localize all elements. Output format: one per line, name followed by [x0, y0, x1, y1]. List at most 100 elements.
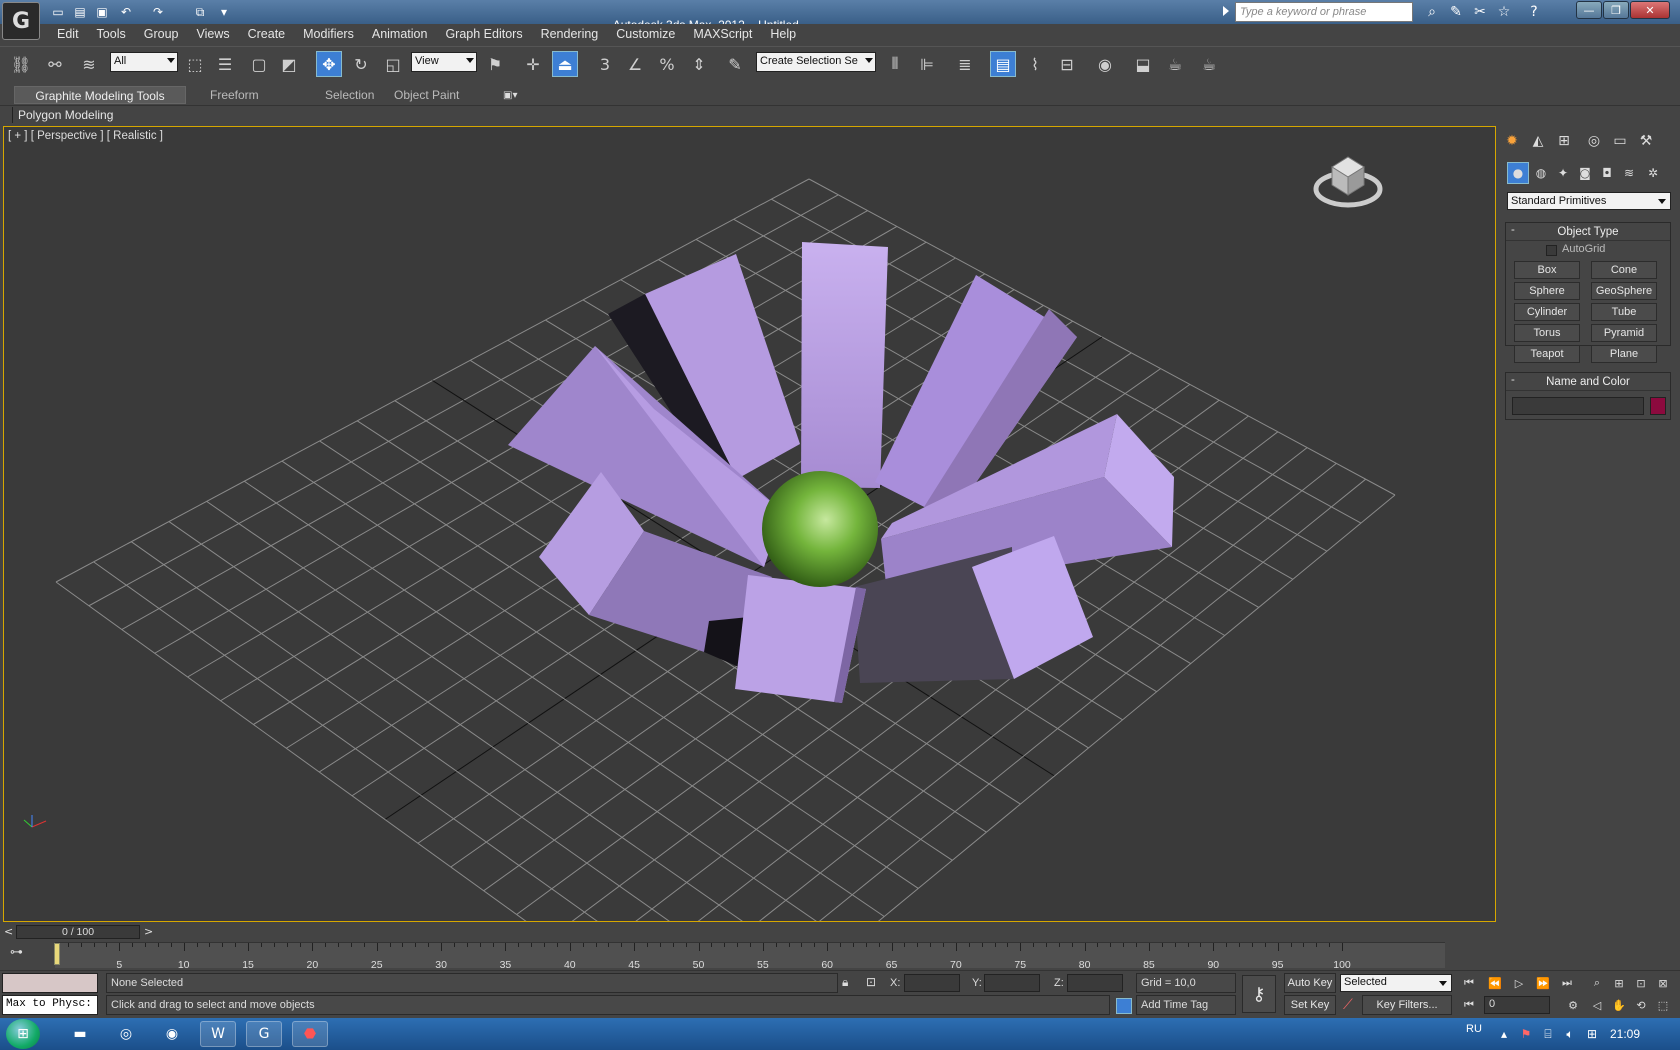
communication-center-icon[interactable]: ✎ [1446, 2, 1466, 22]
cone-button[interactable]: Cone [1591, 261, 1657, 279]
go-to-start-icon[interactable]: ⏮ [1458, 974, 1480, 992]
menu-rendering[interactable]: Rendering [532, 24, 608, 46]
absolute-mode-icon[interactable]: ⊡ [866, 975, 876, 989]
menu-create[interactable]: Create [239, 24, 295, 46]
maximize-viewport-icon[interactable]: ⬚ [1652, 996, 1674, 1014]
menu-edit[interactable]: Edit [48, 24, 88, 46]
bind-space-warp-icon[interactable]: ≋ [76, 51, 102, 77]
project-folder-icon[interactable]: ⧉ [190, 3, 210, 21]
zoom-icon[interactable]: ⌕ [1586, 974, 1608, 992]
search-expand-icon[interactable] [1223, 6, 1229, 16]
quick-access-dropdown-icon[interactable]: ▾ [214, 3, 234, 21]
explorer-taskbar-icon[interactable]: ▬ [62, 1021, 98, 1047]
mirror-icon[interactable]: ⫴ [882, 51, 908, 77]
select-and-move-icon[interactable]: ✥ [316, 51, 342, 77]
tab-object-paint[interactable]: Object Paint [384, 86, 469, 104]
menu-modifiers[interactable]: Modifiers [294, 24, 363, 46]
polygon-modeling-panel-label[interactable]: Polygon Modeling [12, 107, 118, 123]
render-setup-icon[interactable]: ⬓ [1130, 51, 1156, 77]
3dsmax-taskbar-icon[interactable]: G [246, 1021, 282, 1047]
media-player-taskbar-icon[interactable]: ◎ [108, 1021, 144, 1047]
snaps-toggle-icon[interactable]: 3 [592, 51, 618, 77]
material-editor-icon[interactable]: ◉ [1092, 51, 1118, 77]
language-indicator[interactable]: RU [1466, 1023, 1482, 1035]
set-keys-key-icon[interactable]: ⚷ [1242, 975, 1276, 1013]
display-tab-icon[interactable]: ▭ [1608, 130, 1632, 152]
auto-key-button[interactable]: Auto Key [1284, 973, 1336, 993]
time-slider[interactable]: 0 / 100 [16, 925, 140, 939]
maxscript-mini-listener[interactable]: Max to Physc: [2, 995, 98, 1015]
schematic-view-icon[interactable]: ⊟ [1054, 51, 1080, 77]
x-coordinate-field[interactable] [904, 974, 960, 992]
field-of-view-icon[interactable]: ◁ [1586, 996, 1608, 1014]
clock[interactable]: 21:09 [1610, 1027, 1640, 1041]
shapes-icon[interactable]: ◍ [1530, 162, 1552, 184]
select-and-scale-icon[interactable]: ◱ [380, 51, 406, 77]
time-slider-knob[interactable] [54, 943, 60, 965]
maxscript-listener-output[interactable] [2, 973, 98, 993]
cameras-icon[interactable]: ◙ [1574, 162, 1596, 184]
edit-named-selection-icon[interactable]: ✎ [722, 51, 748, 77]
menu-views[interactable]: Views [187, 24, 238, 46]
select-object-icon[interactable]: ⬚ [182, 51, 208, 77]
keyboard-shortcut-override-icon[interactable]: ⏏ [552, 51, 578, 77]
new-file-icon[interactable]: ▭ [48, 3, 68, 21]
zoom-all-icon[interactable]: ⊞ [1608, 974, 1630, 992]
spinner-snap-icon[interactable]: ⇕ [686, 51, 712, 77]
play-icon[interactable]: ▷ [1508, 974, 1530, 992]
zoom-extents-all-icon[interactable]: ⊠ [1652, 974, 1674, 992]
menu-maxscript[interactable]: MAXScript [684, 24, 761, 46]
chrome-taskbar-icon[interactable]: ◉ [154, 1021, 190, 1047]
start-button[interactable]: ⊞ [6, 1019, 40, 1049]
close-button[interactable]: ✕ [1630, 1, 1670, 19]
object-color-swatch[interactable] [1650, 397, 1666, 415]
systems-icon[interactable]: ✲ [1642, 162, 1664, 184]
angle-snap-icon[interactable]: ∠ [622, 51, 648, 77]
space-warps-icon[interactable]: ≋ [1618, 162, 1640, 184]
help-icon[interactable]: ? [1524, 2, 1544, 22]
window-crossing-icon[interactable]: ◩ [276, 51, 302, 77]
go-to-end-icon[interactable]: ⏭ [1556, 974, 1578, 992]
tab-freeform[interactable]: Freeform [200, 86, 269, 104]
maximize-button[interactable]: ❐ [1603, 1, 1629, 19]
geometry-icon[interactable]: ● [1507, 162, 1529, 184]
layer-manager-icon[interactable]: ≣ [952, 51, 978, 77]
tube-button[interactable]: Tube [1591, 303, 1657, 321]
current-frame-field[interactable]: 0 [1484, 996, 1550, 1014]
tab-graphite-modeling-tools[interactable]: Graphite Modeling Tools [14, 86, 186, 104]
pan-view-icon[interactable]: ✋ [1608, 996, 1630, 1014]
tray-app-icon[interactable]: ⊞ [1584, 1026, 1600, 1042]
track-bar[interactable]: 5 10 15 20 25 30 35 40 45 50 55 60 65 70 75 80 85 90 95 100 [55, 942, 1445, 971]
select-and-rotate-icon[interactable]: ↻ [348, 51, 374, 77]
add-time-tag-field[interactable]: Add Time Tag [1136, 995, 1236, 1015]
menu-graph-editors[interactable]: Graph Editors [436, 24, 531, 46]
modify-tab-icon[interactable]: ◭ [1526, 130, 1550, 152]
set-key-button[interactable]: Set Key [1284, 995, 1336, 1015]
show-hidden-icons-icon[interactable]: ▴ [1496, 1026, 1512, 1042]
selection-filter-select[interactable]: All [110, 52, 178, 72]
ribbon-options-icon[interactable]: ▣▾ [503, 90, 517, 101]
undo-icon[interactable]: ↶ [116, 3, 136, 21]
next-key-icon[interactable]: ⏩ [1532, 974, 1554, 992]
network-icon[interactable]: ⌸ [1540, 1026, 1556, 1042]
box-button[interactable]: Box [1514, 261, 1580, 279]
sphere-button[interactable]: Sphere [1514, 282, 1580, 300]
geosphere-button[interactable]: GeoSphere [1591, 282, 1657, 300]
menu-group[interactable]: Group [135, 24, 188, 46]
render-production-icon[interactable]: ☕ [1196, 51, 1222, 77]
helpers-icon[interactable]: ◘ [1596, 162, 1618, 184]
word-taskbar-icon[interactable]: W [200, 1021, 236, 1047]
percent-snap-icon[interactable]: % [654, 51, 680, 77]
teapot-button[interactable]: Teapot [1514, 345, 1580, 363]
rectangular-selection-icon[interactable]: ▢ [246, 51, 272, 77]
viewport-label[interactable]: [ + ] [ Perspective ] [ Realistic ] [8, 130, 163, 142]
minimize-button[interactable]: — [1576, 1, 1602, 19]
flag-icon[interactable]: ⚑ [1518, 1026, 1534, 1042]
open-file-icon[interactable]: ▤ [70, 3, 90, 21]
reference-coord-select[interactable]: View [411, 52, 477, 72]
selection-lock-icon[interactable]: 🔒︎ [842, 975, 848, 990]
menu-animation[interactable]: Animation [363, 24, 437, 46]
object-category-select[interactable]: Standard Primitives [1507, 192, 1671, 210]
perspective-viewport[interactable]: [ + ] [ Perspective ] [ Realistic ] [3, 126, 1496, 922]
object-name-field[interactable] [1512, 397, 1644, 415]
